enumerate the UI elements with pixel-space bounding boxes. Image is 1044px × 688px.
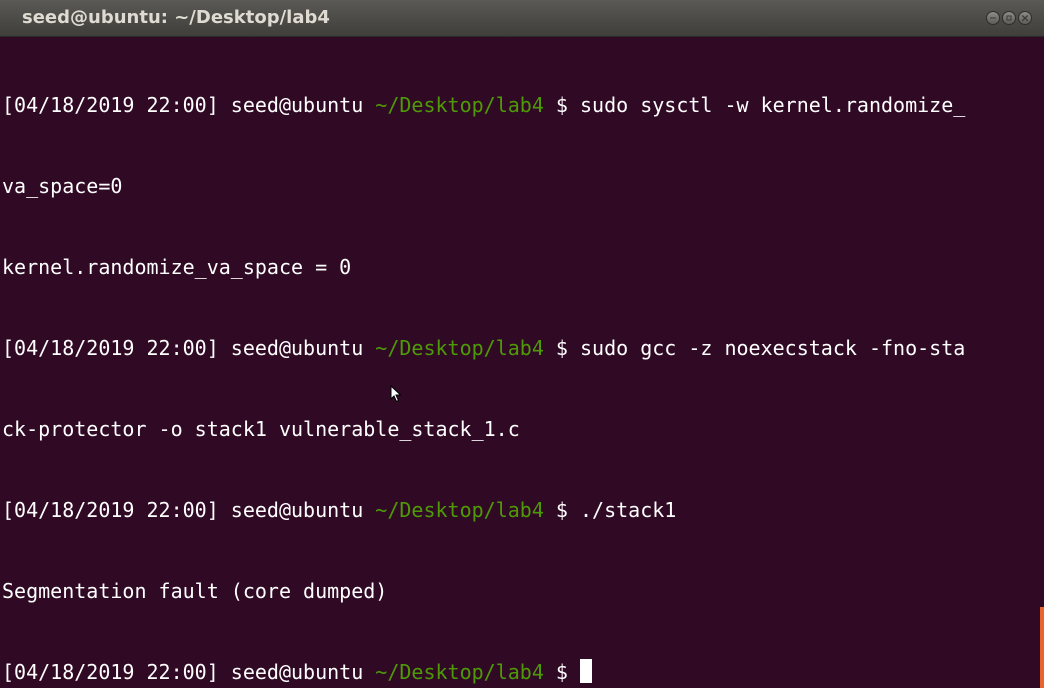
command-text: ./stack1: [579, 498, 677, 522]
prompt-path: ~/Desktop/lab4: [375, 660, 544, 684]
terminal-line: kernel.randomize_va_space = 0: [2, 255, 352, 279]
prompt-prefix: [04/18/2019 22:00] seed@ubuntu: [2, 93, 376, 117]
prompt-path: ~/Desktop/lab4: [375, 336, 544, 360]
prompt-suffix: $: [543, 660, 580, 684]
terminal-line: Segmentation fault (core dumped): [2, 579, 388, 603]
command-text: sudo sysctl -w kernel.randomize_: [579, 93, 966, 117]
prompt-suffix: $: [543, 336, 580, 360]
command-text: sudo gcc -z noexecstack -fno-sta: [579, 336, 966, 360]
terminal-line: [04/18/2019 22:00] seed@ubuntu ~/Desktop…: [2, 92, 1044, 119]
terminal-line: [04/18/2019 22:00] seed@ubuntu ~/Desktop…: [2, 659, 1044, 686]
terminal-line: [04/18/2019 22:00] seed@ubuntu ~/Desktop…: [2, 335, 1044, 362]
titlebar[interactable]: seed@ubuntu: ~/Desktop/lab4: [0, 0, 1044, 37]
prompt-prefix: [04/18/2019 22:00] seed@ubuntu: [2, 498, 376, 522]
terminal-line: [04/18/2019 22:00] seed@ubuntu ~/Desktop…: [2, 497, 1044, 524]
terminal-output[interactable]: [04/18/2019 22:00] seed@ubuntu ~/Desktop…: [0, 38, 1044, 688]
minimize-icon[interactable]: [986, 11, 1000, 25]
scrollbar[interactable]: [1040, 607, 1044, 688]
terminal-window: seed@ubuntu: ~/Desktop/lab4 [04/18/2019 …: [0, 0, 1044, 688]
mouse-pointer-icon: [390, 385, 402, 403]
terminal-line: va_space=0: [2, 174, 123, 198]
prompt-suffix: $: [543, 498, 580, 522]
text-cursor: [579, 659, 592, 683]
window-title: seed@ubuntu: ~/Desktop/lab4: [22, 7, 330, 28]
prompt-suffix: $: [543, 93, 580, 117]
close-icon[interactable]: [1018, 11, 1032, 25]
prompt-path: ~/Desktop/lab4: [375, 93, 544, 117]
prompt-prefix: [04/18/2019 22:00] seed@ubuntu: [2, 660, 376, 684]
prompt-prefix: [04/18/2019 22:00] seed@ubuntu: [2, 336, 376, 360]
window-controls: [986, 11, 1032, 25]
maximize-icon[interactable]: [1002, 11, 1016, 25]
terminal-line: ck-protector -o stack1 vulnerable_stack_…: [2, 417, 520, 441]
prompt-path: ~/Desktop/lab4: [375, 498, 544, 522]
